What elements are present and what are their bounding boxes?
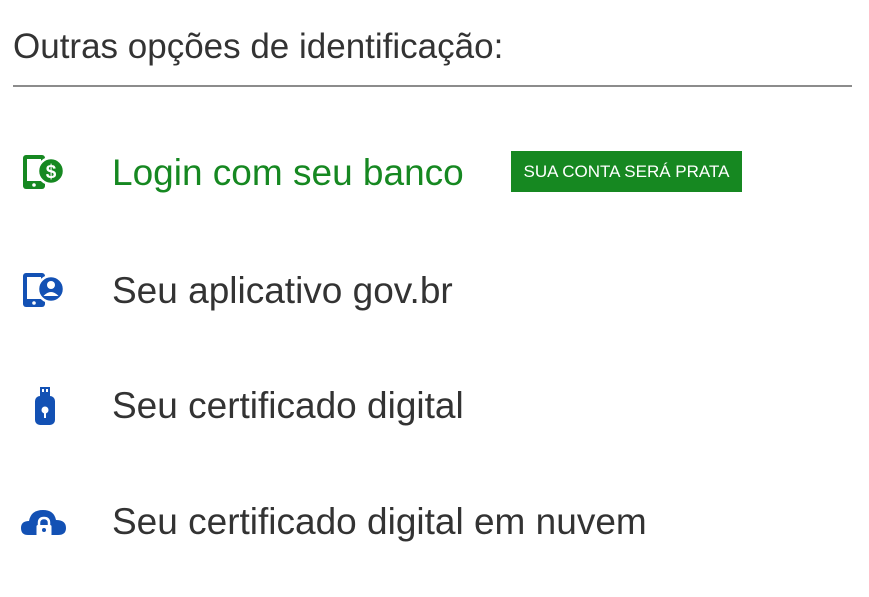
svg-text:$: $ (46, 162, 57, 183)
option-govbr-app[interactable]: Seu aplicativo gov.br (0, 256, 869, 326)
option-cloud-certificate[interactable]: Seu certificado digital em nuvem (0, 487, 869, 557)
option-label: Login com seu banco (112, 152, 464, 193)
cloud-lock-icon (20, 502, 68, 542)
option-label: Seu certificado digital em nuvem (112, 501, 647, 542)
bank-phone-icon: $ (20, 153, 68, 193)
usb-token-icon (20, 386, 68, 426)
govbr-app-icon (20, 271, 68, 311)
option-label: Seu certificado digital (112, 385, 464, 426)
silver-account-badge: SUA CONTA SERÁ PRATA (511, 151, 742, 192)
option-digital-certificate[interactable]: Seu certificado digital (0, 371, 869, 441)
divider (13, 85, 852, 87)
section-heading: Outras opções de identificação: (13, 27, 504, 66)
option-label: Seu aplicativo gov.br (112, 270, 453, 311)
